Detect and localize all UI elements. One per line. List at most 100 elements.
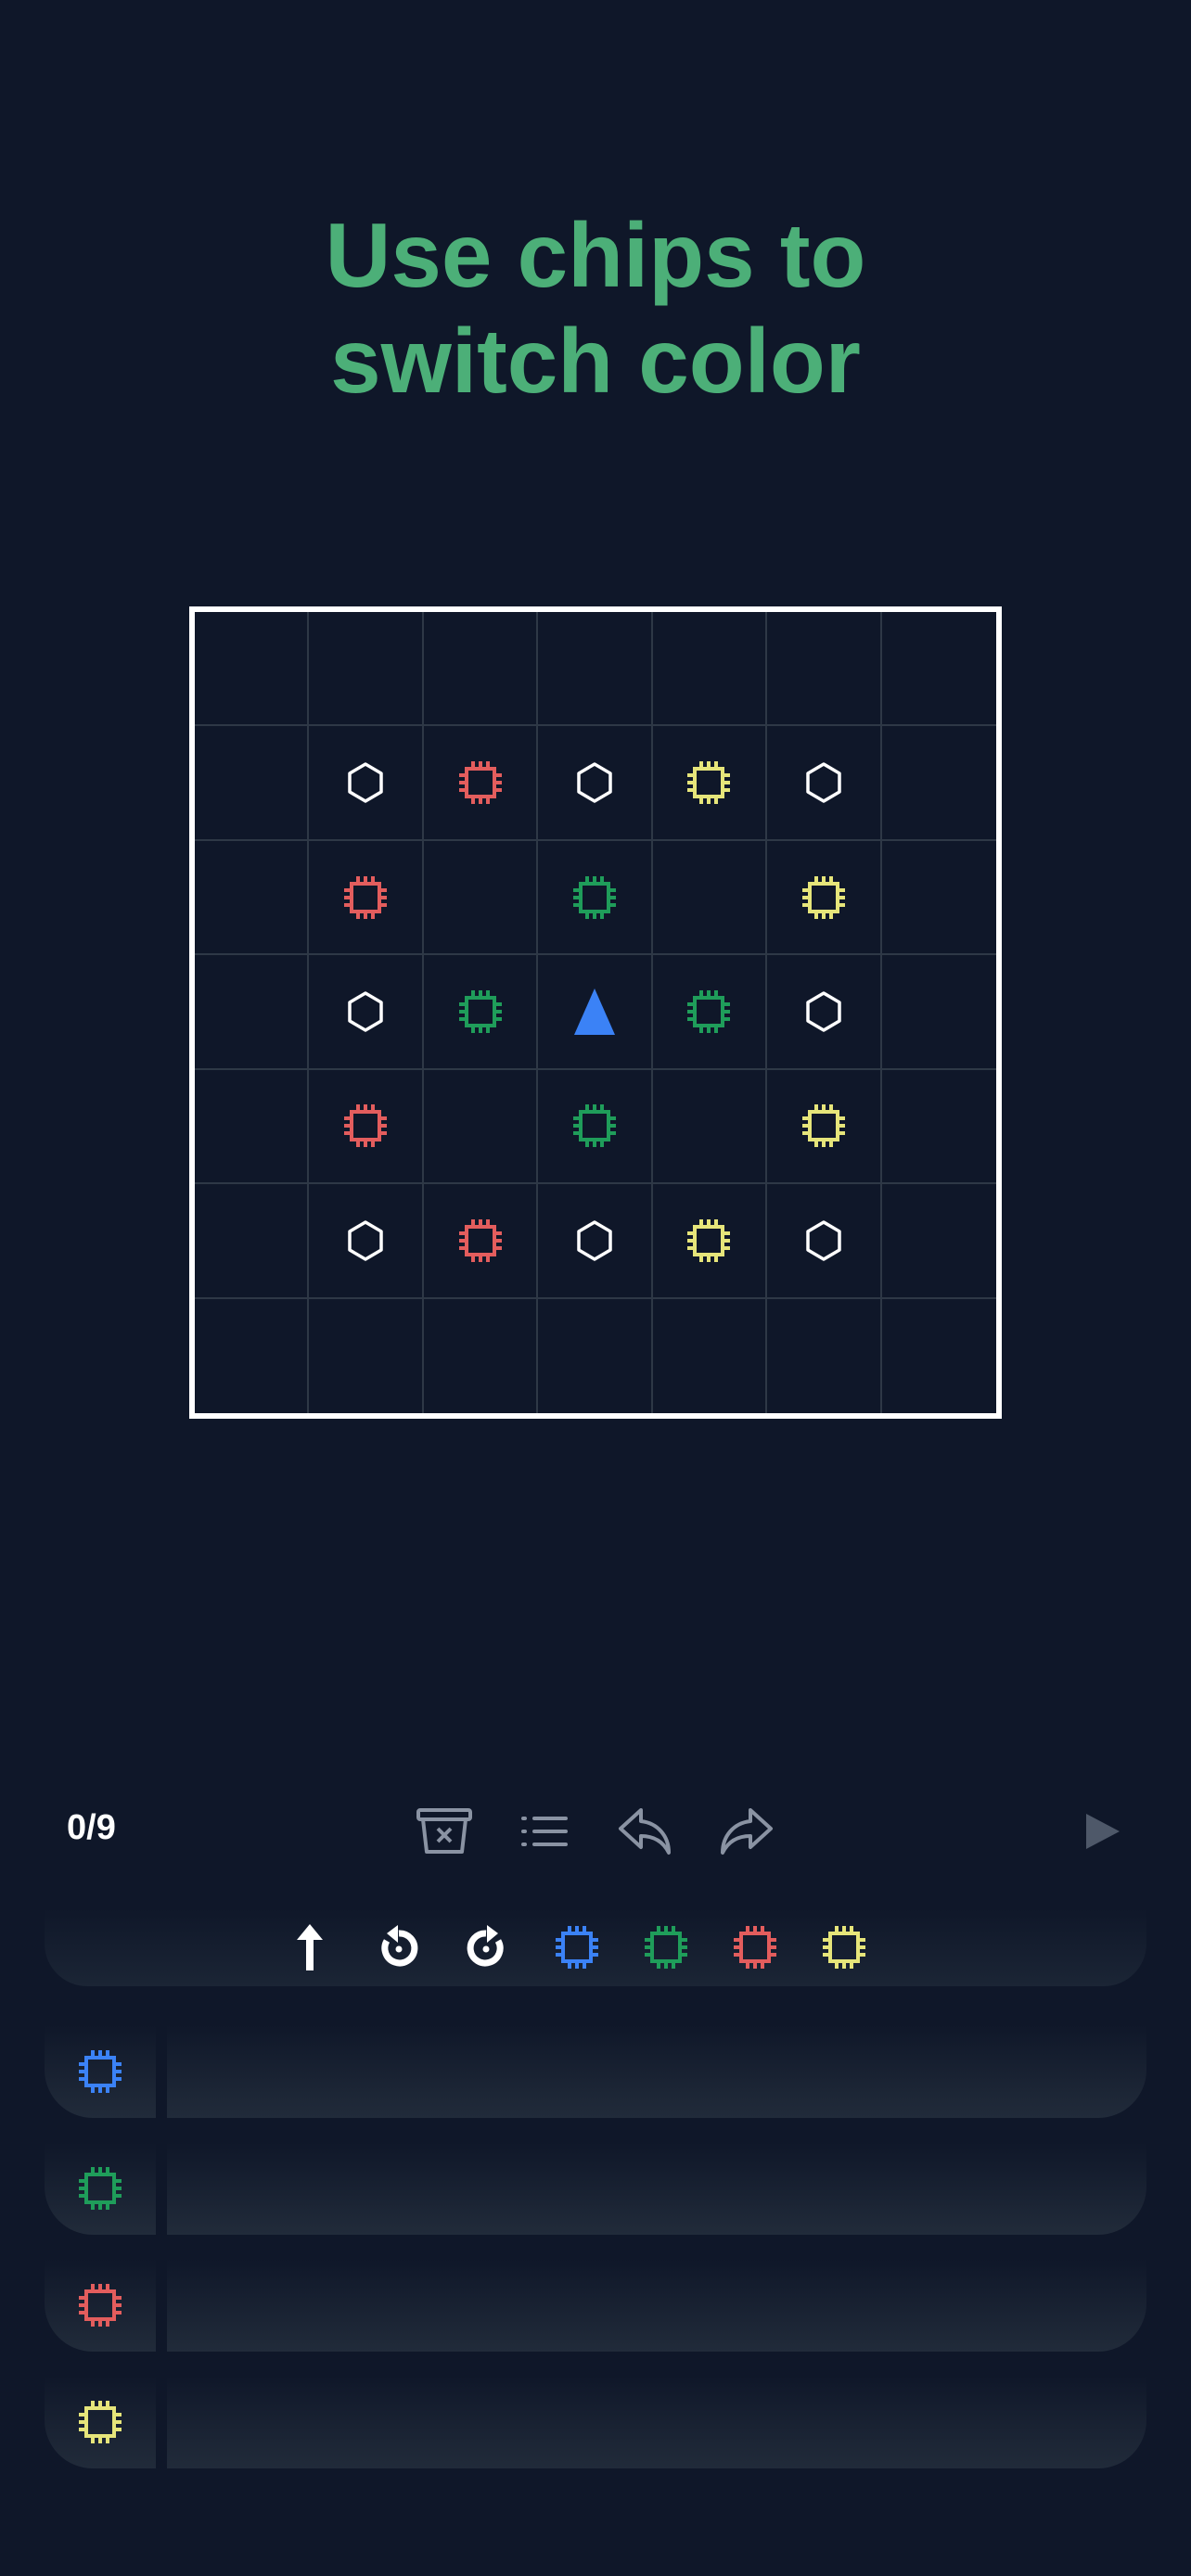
board-cell xyxy=(538,612,653,727)
board-cell xyxy=(195,612,310,727)
board-cell xyxy=(309,840,424,956)
palette-chip-red-button[interactable] xyxy=(729,1921,781,1973)
board-cell xyxy=(767,1184,882,1299)
board-cell xyxy=(652,726,768,841)
hexagon-icon xyxy=(577,762,612,803)
game-board xyxy=(189,606,1002,1419)
rotate-right-icon xyxy=(467,1925,504,1967)
chip-green-icon xyxy=(645,1926,687,1969)
clear-icon xyxy=(416,1808,472,1854)
palette-chip-yellow-button[interactable] xyxy=(818,1921,870,1973)
board-cell xyxy=(767,840,882,956)
palette-rotate-right-button[interactable] xyxy=(460,1921,512,1973)
chip-green-icon xyxy=(687,989,731,1033)
board-cell xyxy=(652,612,768,727)
hexagon-icon xyxy=(806,991,841,1032)
board-cell xyxy=(309,1069,424,1185)
page-title: Use chips to switch color xyxy=(0,202,1191,414)
board-cell xyxy=(882,1299,996,1413)
chip-red-icon xyxy=(79,2284,122,2327)
program-row-blue[interactable] xyxy=(45,2025,1146,2118)
title-line-2: switch color xyxy=(330,310,861,412)
hexagon-icon xyxy=(348,1220,383,1261)
board-cell xyxy=(538,1184,653,1299)
board-cell xyxy=(538,840,653,956)
board-cell xyxy=(652,840,768,956)
command-palette xyxy=(45,1908,1146,1986)
hexagon-icon xyxy=(348,762,383,803)
chip-blue-icon xyxy=(79,2050,122,2093)
row-divider xyxy=(156,2376,167,2468)
move-counter: 0/9 xyxy=(67,1808,116,1847)
board-cell xyxy=(423,1069,539,1185)
board-cell xyxy=(195,1184,310,1299)
board-cell xyxy=(195,840,310,956)
board-cell xyxy=(538,1069,653,1185)
play-icon xyxy=(1086,1814,1120,1849)
list-icon xyxy=(521,1817,568,1846)
row-divider xyxy=(156,2142,167,2235)
program-row-yellow[interactable] xyxy=(45,2376,1146,2468)
chip-green-icon xyxy=(79,2167,122,2210)
board-cell xyxy=(309,1184,424,1299)
chip-green-icon xyxy=(572,1104,616,1148)
board-cell xyxy=(767,726,882,841)
chip-red-icon xyxy=(734,1926,776,1969)
board-cell xyxy=(423,726,539,841)
board-cell xyxy=(195,1069,310,1185)
board-cell xyxy=(767,612,882,727)
palette-forward-arrow-button[interactable] xyxy=(284,1921,336,1973)
board-cell xyxy=(423,1184,539,1299)
palette-rotate-left-button[interactable] xyxy=(373,1921,425,1973)
redo-button[interactable] xyxy=(714,1799,779,1864)
row-divider xyxy=(156,2025,167,2118)
row-chip xyxy=(74,2279,126,2331)
palette-chip-blue-button[interactable] xyxy=(551,1921,603,1973)
board-cell xyxy=(881,955,996,1070)
board-cell xyxy=(767,955,882,1070)
palette-chip-green-button[interactable] xyxy=(640,1921,692,1973)
clear-button[interactable] xyxy=(412,1799,477,1864)
chip-yellow-icon xyxy=(687,1218,731,1262)
chip-red-icon xyxy=(458,1218,502,1262)
board-cell xyxy=(424,1298,539,1413)
board-cell xyxy=(767,1298,882,1413)
board-cell xyxy=(652,1069,768,1185)
board-cell xyxy=(195,955,310,1070)
board-cell xyxy=(423,955,539,1070)
board-cell xyxy=(881,841,996,956)
program-row-red[interactable] xyxy=(45,2259,1146,2352)
chip-yellow-icon xyxy=(79,2401,122,2443)
hexagon-icon xyxy=(806,1220,841,1261)
chip-yellow-icon xyxy=(801,875,845,919)
row-chip xyxy=(74,2396,126,2448)
hexagon-icon xyxy=(806,762,841,803)
board-cell xyxy=(881,1070,996,1185)
chip-green-icon xyxy=(572,875,616,919)
board-cell xyxy=(538,726,653,841)
board-cell xyxy=(309,955,424,1070)
board-cell xyxy=(881,612,996,727)
undo-icon xyxy=(619,1808,671,1855)
board-cell xyxy=(195,1298,310,1413)
row-chip xyxy=(74,2162,126,2214)
play-button[interactable] xyxy=(1070,1799,1135,1864)
board-cell xyxy=(653,1298,768,1413)
chip-yellow-icon xyxy=(823,1926,865,1969)
list-button[interactable] xyxy=(512,1799,577,1864)
row-chip xyxy=(74,2046,126,2098)
chip-red-icon xyxy=(458,761,502,805)
board-cell xyxy=(652,1184,768,1299)
redo-icon xyxy=(721,1808,773,1855)
board-cell xyxy=(538,955,653,1070)
chip-green-icon xyxy=(458,989,502,1033)
board-cell xyxy=(309,1298,424,1413)
program-row-green[interactable] xyxy=(45,2142,1146,2235)
title-line-1: Use chips to xyxy=(325,204,866,306)
forward-arrow-icon xyxy=(297,1924,323,1970)
undo-button[interactable] xyxy=(612,1799,677,1864)
chip-yellow-icon xyxy=(687,761,731,805)
board-cell xyxy=(423,612,539,727)
rotate-left-icon xyxy=(381,1925,418,1967)
control-bar: 0/9 xyxy=(0,1799,1191,1864)
